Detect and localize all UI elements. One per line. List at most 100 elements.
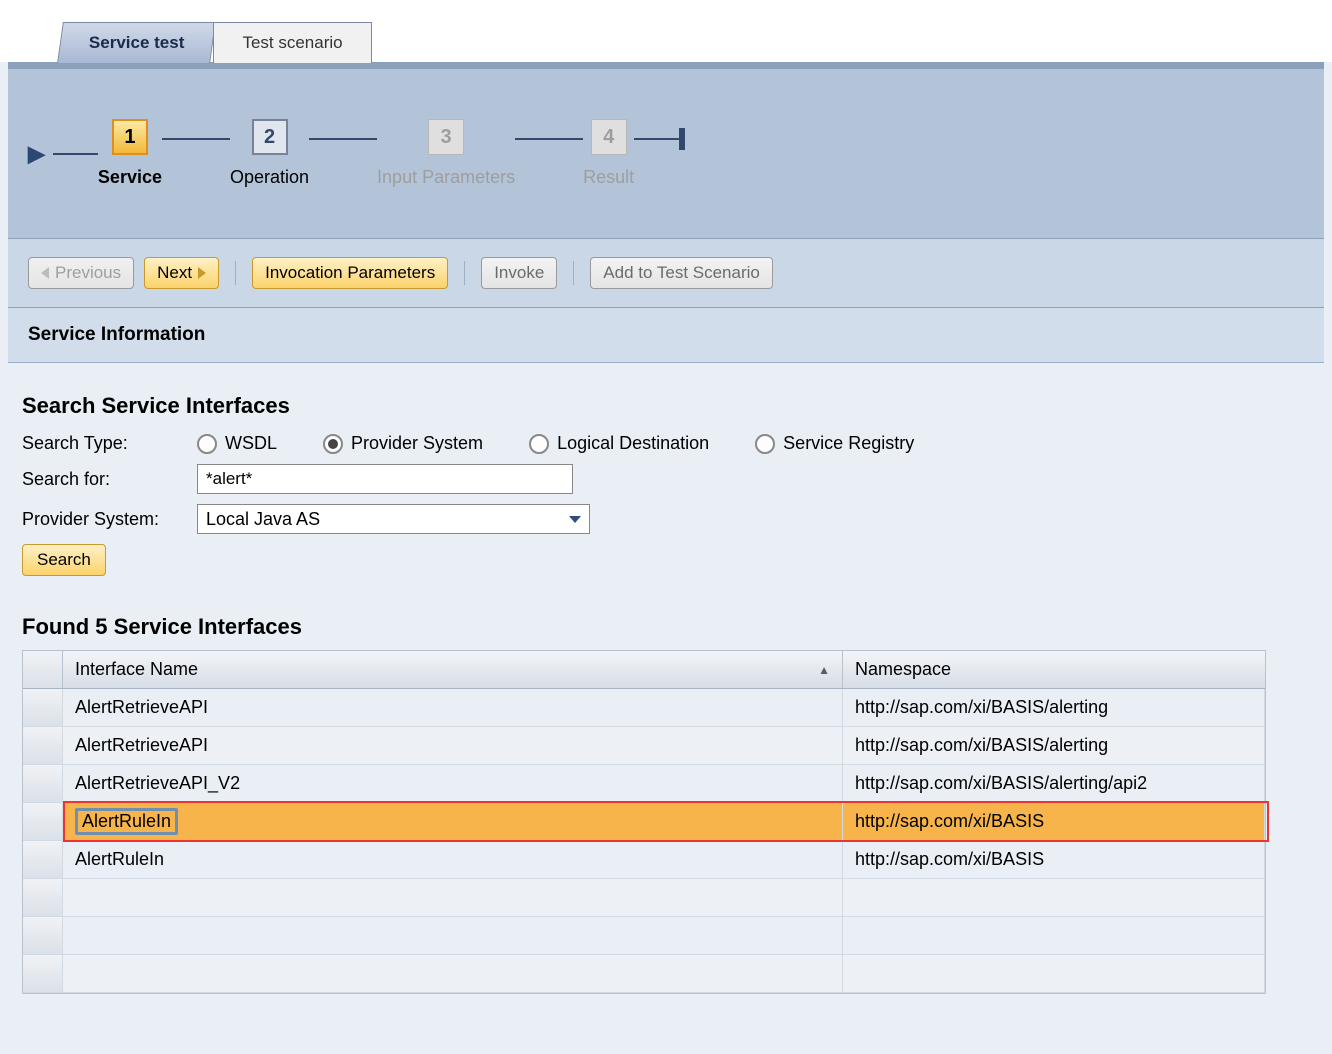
row-selector[interactable] [23, 803, 63, 840]
radio-label: Logical Destination [557, 433, 709, 454]
grid-header: Interface Name ▲ Namespace [23, 651, 1265, 689]
cell-namespace: http://sap.com/xi/BASIS [843, 841, 1265, 878]
roadmap-step-service[interactable]: 1 Service [98, 119, 162, 188]
sort-indicator-icon: ▲ [818, 663, 830, 677]
search-panel: Search Service Interfaces Search Type: W… [0, 363, 1332, 1004]
cell-empty [63, 955, 843, 992]
cell-interface-name: AlertRetrieveAPI_V2 [63, 765, 843, 802]
button-label: Search [37, 550, 91, 570]
arrow-left-icon [41, 267, 49, 279]
roadmap-step-number: 2 [252, 119, 288, 155]
add-to-test-scenario-button[interactable]: Add to Test Scenario [590, 257, 773, 289]
cell-interface-name: AlertRuleIn [63, 841, 843, 878]
radio-provider-system[interactable]: Provider System [323, 433, 483, 454]
row-selector [23, 955, 63, 992]
roadmap: ▶ 1 Service 2 Operation 3 Input Paramete… [8, 119, 1324, 188]
roadmap-container: ▶ 1 Service 2 Operation 3 Input Paramete… [8, 69, 1324, 238]
tab-test-scenario[interactable]: Test scenario [213, 22, 371, 63]
column-label: Namespace [855, 659, 951, 680]
roadmap-step-number: 1 [112, 119, 148, 155]
cell-empty [63, 917, 843, 954]
tab-service-test[interactable]: Service test [57, 22, 216, 63]
table-row[interactable]: AlertRetrieveAPI http://sap.com/xi/BASIS… [23, 689, 1265, 727]
radio-label: WSDL [225, 433, 277, 454]
table-row[interactable]: AlertRuleIn http://sap.com/xi/BASIS [23, 841, 1265, 879]
section-title: Service Information [28, 324, 205, 345]
roadmap-step-label: Input Parameters [377, 167, 515, 188]
roadmap-step-number: 3 [428, 119, 464, 155]
roadmap-step-number: 4 [591, 119, 627, 155]
roadmap-step-result: 4 Result [583, 119, 634, 188]
cell-interface-name: AlertRetrieveAPI [63, 727, 843, 764]
column-label: Interface Name [75, 659, 198, 680]
radio-label: Service Registry [783, 433, 914, 454]
toolbar-separator [235, 261, 236, 285]
tab-label: Test scenario [242, 33, 342, 52]
toolbar-separator [573, 261, 574, 285]
grid-header-interface-name[interactable]: Interface Name ▲ [63, 651, 843, 688]
search-button[interactable]: Search [22, 544, 106, 576]
cell-namespace: http://sap.com/xi/BASIS/alerting [843, 689, 1265, 726]
roadmap-connector [309, 138, 377, 140]
grid-header-selector[interactable] [23, 651, 63, 688]
row-selector[interactable] [23, 689, 63, 726]
dropdown-value: Local Java AS [206, 509, 320, 530]
radio-logical-destination[interactable]: Logical Destination [529, 433, 709, 454]
table-row-empty [23, 917, 1265, 955]
row-selector[interactable] [23, 841, 63, 878]
cell-interface-name: AlertRuleIn [63, 803, 843, 840]
table-row-empty [23, 955, 1265, 993]
row-selector [23, 917, 63, 954]
row-selector[interactable] [23, 765, 63, 802]
roadmap-start-icon: ▶ [28, 141, 45, 167]
roadmap-step-input-parameters: 3 Input Parameters [377, 119, 515, 188]
row-selector[interactable] [23, 727, 63, 764]
search-panel-title: Search Service Interfaces [22, 393, 1310, 419]
results-title: Found 5 Service Interfaces [22, 614, 1288, 640]
cell-namespace: http://sap.com/xi/BASIS/alerting/api2 [843, 765, 1265, 802]
tab-underline [8, 62, 1324, 69]
table-row[interactable]: AlertRetrieveAPI http://sap.com/xi/BASIS… [23, 727, 1265, 765]
radio-wsdl[interactable]: WSDL [197, 433, 277, 454]
cell-empty [843, 879, 1265, 916]
cell-empty [63, 879, 843, 916]
arrow-right-icon [198, 267, 206, 279]
next-button[interactable]: Next [144, 257, 219, 289]
radio-icon [755, 434, 775, 454]
grid-header-namespace[interactable]: Namespace [843, 651, 1265, 688]
toolbar-separator [464, 261, 465, 285]
search-for-label: Search for: [22, 469, 197, 490]
tab-label: Service test [89, 33, 184, 53]
search-for-row: Search for: [22, 464, 1310, 494]
table-row-empty [23, 879, 1265, 917]
roadmap-step-label: Result [583, 167, 634, 188]
search-for-input[interactable] [197, 464, 573, 494]
roadmap-step-label: Operation [230, 167, 309, 188]
roadmap-end-icon [679, 128, 685, 150]
button-label: Next [157, 263, 192, 283]
chevron-down-icon [569, 516, 581, 523]
table-row[interactable]: AlertRetrieveAPI_V2 http://sap.com/xi/BA… [23, 765, 1265, 803]
cell-interface-name: AlertRetrieveAPI [63, 689, 843, 726]
radio-icon [197, 434, 217, 454]
search-type-label: Search Type: [22, 433, 197, 454]
table-row-selected[interactable]: AlertRuleIn http://sap.com/xi/BASIS [23, 803, 1265, 841]
cell-empty [843, 955, 1265, 992]
button-label: Add to Test Scenario [603, 263, 760, 283]
cell-empty [843, 917, 1265, 954]
button-label: Previous [55, 263, 121, 283]
cell-namespace: http://sap.com/xi/BASIS [843, 803, 1265, 840]
radio-service-registry[interactable]: Service Registry [755, 433, 914, 454]
button-label: Invoke [494, 263, 544, 283]
invocation-parameters-button[interactable]: Invocation Parameters [252, 257, 448, 289]
cell-namespace: http://sap.com/xi/BASIS/alerting [843, 727, 1265, 764]
provider-system-dropdown[interactable]: Local Java AS [197, 504, 590, 534]
radio-icon [529, 434, 549, 454]
invoke-button[interactable]: Invoke [481, 257, 557, 289]
roadmap-step-operation[interactable]: 2 Operation [230, 119, 309, 188]
row-selector [23, 879, 63, 916]
toolbar: Previous Next Invocation Parameters Invo… [8, 238, 1324, 308]
grid-body: AlertRetrieveAPI http://sap.com/xi/BASIS… [23, 689, 1265, 993]
button-label: Invocation Parameters [265, 263, 435, 283]
previous-button: Previous [28, 257, 134, 289]
